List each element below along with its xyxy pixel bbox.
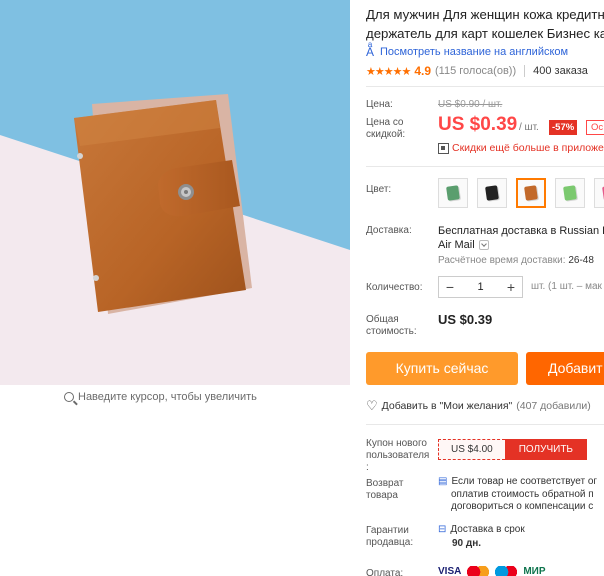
translate-link-text[interactable]: Посмотреть название на английском [380,46,568,58]
zoom-hint-text: Наведите курсор, чтобы увеличить [78,391,257,403]
current-price: US $0.39 [438,114,518,135]
coupon-label-line3: : [366,462,369,473]
price-label: Цена: [366,99,393,110]
product-title-line2: держатель для карт кошелек Бизнес кар [366,26,604,41]
quantity-note: шт. (1 шт. – мак [531,281,602,292]
visa-icon: VISA [438,566,462,576]
product-title-line1: Для мужчин Для женщин кожа кредитн [366,7,604,22]
qr-code-icon [438,142,449,154]
guarantee-label-line1: Гарантии [366,525,409,536]
coupon-mini-badge[interactable]: Ос [586,120,604,135]
quantity-minus-button[interactable]: − [439,277,461,297]
buy-now-button[interactable]: Купить сейчас [366,352,518,385]
rating-value: 4.9 [414,64,431,78]
returns-label-line1: Возврат [366,478,404,489]
guarantee-line1: Доставка в срок [450,524,525,535]
delivery-truck-icon: ⊟ [438,524,447,535]
new-user-coupon-label: Купон нового пользователя : [366,438,429,474]
color-label: Цвет: [366,184,392,195]
total-label: Общая стоимость: [366,314,417,338]
return-box-icon: ▤ [438,476,448,487]
payment-methods: VISA МИР [438,566,546,576]
add-to-cart-button[interactable]: Добавит [526,352,604,385]
translate-link[interactable]: Aͣ Посмотреть название на английском [366,45,568,59]
discount-price-label: Цена со скидкой: [366,117,405,141]
divider [366,86,604,87]
quantity-input[interactable]: 1 [461,281,500,293]
shipping-label: Доставка: [366,225,412,236]
wishlist-count: (407 добавили) [516,400,591,412]
guarantee-info: ⊟ Доставка в срок 90 дн. [438,523,525,551]
shipping-time: Расчётное время доставки: 26-48 [438,255,594,266]
old-price: US $0.90 / шт. [438,99,503,110]
guarantee-line2: 90 дн. [452,538,482,549]
shipping-line2: Air Mail [438,239,475,251]
get-coupon-button[interactable]: ПОЛУЧИТЬ [504,439,587,460]
returns-line1: Если товар не соответствует ог [451,476,598,487]
color-swatches [438,178,604,208]
divider [524,65,526,77]
mir-icon: МИР [523,566,546,576]
discount-badge: -57% [549,120,578,135]
total-price: US $0.39 [438,312,493,327]
coupon-label-line2: пользователя [366,450,430,461]
guarantee-label-line2: продавца: [366,537,414,548]
translate-icon: Aͣ [366,45,375,59]
shipping-time-label: Расчётное время доставки: [438,255,566,266]
shipping-line1: Бесплатная доставка в Russian F [438,225,604,237]
wishlist-link[interactable]: ♡ Добавить в "Мои желания" (407 добавили… [366,398,591,414]
zoom-hint: Наведите курсор, чтобы увеличить [64,391,257,403]
shipping-time-value: 26-48 [568,255,594,266]
color-swatch-light-green[interactable] [555,178,585,208]
per-unit: / шт. [519,122,539,133]
coupon-label-line1: Купон нового [366,438,427,449]
heart-icon: ♡ [366,398,378,413]
mastercard-icon [467,566,490,576]
returns-line2: оплатив стоимость обратной п [451,488,594,500]
color-swatch-brown[interactable] [516,178,546,208]
app-promo[interactable]: Скидки ещё больше в приложе [438,142,604,154]
returns-info: ▤ Если товар не соответствует ог оплатив … [438,476,597,514]
shipping-method[interactable]: Бесплатная доставка в Russian F Air Mail [438,224,604,252]
product-main-image[interactable] [0,0,350,385]
chevron-down-icon[interactable] [478,240,489,251]
returns-line3: договориться о компенсации с [451,501,594,512]
magnifier-icon [64,392,74,402]
payment-label: Оплата: [366,568,404,576]
discount-price-label-line2: скидкой: [366,129,406,140]
discount-price-label-line1: Цена со [366,117,404,128]
returns-label-line2: товара [366,490,398,501]
rating-row: ★★★★★ 4.9 (115 голоса(ов)) 400 заказа [366,64,588,78]
coupon-tag: US $4.00 ПОЛУЧИТЬ [438,439,587,460]
color-swatch-pink[interactable] [594,178,604,208]
app-promo-text[interactable]: Скидки ещё больше в приложе [452,142,604,154]
product-title: Для мужчин Для женщин кожа кредитн держа… [366,5,604,43]
product-info-panel: Для мужчин Для женщин кожа кредитн держа… [366,0,604,576]
wishlist-text[interactable]: Добавить в "Мои желания" [382,400,513,412]
returns-label: Возврат товара [366,478,404,502]
coupon-value: US $4.00 [438,439,505,460]
quantity-label: Количество: [366,282,423,293]
color-swatch-black[interactable] [477,178,507,208]
quantity-stepper: − 1 + [438,276,523,298]
quantity-plus-button[interactable]: + [500,277,522,297]
color-swatch-green[interactable] [438,178,468,208]
total-label-line2: стоимость: [366,326,417,337]
guarantee-label: Гарантии продавца: [366,525,413,549]
votes-count[interactable]: (115 голоса(ов)) [435,65,516,77]
divider [366,166,604,167]
total-label-line1: Общая [366,314,399,325]
maestro-icon [495,566,518,576]
star-rating-icon[interactable]: ★★★★★ [366,65,411,78]
orders-count: 400 заказа [533,65,588,77]
divider [366,424,604,425]
